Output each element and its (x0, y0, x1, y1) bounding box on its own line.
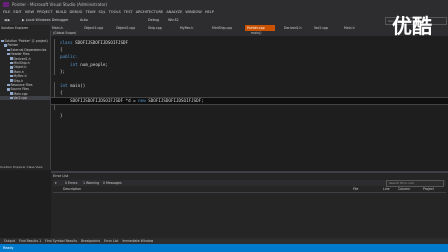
all-solution-select[interactable]: ▾ (55, 180, 57, 186)
column-column[interactable]: Column (398, 187, 410, 192)
tree-item-label: Object.h (13, 65, 27, 70)
tree-item-label: External Dependencies (10, 47, 47, 52)
code-line[interactable]: SDOFIJSDOFIJDSOIFJSDF *d = new SDOFIJSDO… (51, 96, 448, 105)
file-icon (1, 39, 4, 43)
solution-config-select[interactable]: Auto (80, 18, 88, 22)
status-bar: Ready (0, 244, 448, 252)
tree-item[interactable]: Var2.cpp (0, 96, 50, 101)
visual-studio-icon (3, 2, 9, 7)
tree-item-label: Pointer (7, 43, 19, 48)
navigation-bar: (Global Scope) main() (51, 31, 448, 36)
tree-item-label: Ship.h (13, 78, 24, 83)
start-debugger-button[interactable]: ▶ Local Windows Debugger (22, 18, 69, 22)
menu-item-team[interactable]: TEAM (85, 10, 95, 14)
column-description[interactable]: Description (63, 187, 81, 192)
back-icon[interactable]: ◀ ▶ (4, 18, 10, 22)
file-icon (10, 96, 13, 100)
file-icon (10, 57, 13, 60)
tree-item-label: Header Files (10, 52, 30, 57)
tree-item-label: Resource Files (10, 82, 33, 87)
code-line[interactable]: } (51, 112, 448, 119)
code-line[interactable]: { (51, 89, 448, 96)
file-icon (4, 44, 7, 47)
column-file[interactable]: File (353, 187, 358, 192)
tree-item-label: Derived1.h (13, 56, 31, 61)
code-line[interactable]: int num_people; (51, 61, 448, 68)
tree-item-label: Solution 'Pointer' (1 project) (4, 39, 48, 43)
file-icon (10, 70, 13, 73)
file-icon (7, 83, 10, 87)
menu-item-window[interactable]: WINDOW (185, 10, 201, 14)
file-icon (10, 61, 13, 65)
file-icon (7, 88, 10, 91)
menu-item-sql[interactable]: SQL (98, 10, 105, 14)
window-title: Pointer - Microsoft Visual Studio (Admin… (12, 2, 108, 7)
messages-filter-button[interactable]: 0 Messages (103, 180, 122, 186)
file-icon (10, 74, 13, 78)
solution-explorer-header: Solution Explorer (1, 26, 29, 30)
menu-item-project[interactable]: PROJECT (37, 10, 53, 14)
scope-dropdown[interactable]: (Global Scope) (53, 31, 76, 36)
tree-item-label: MyRec.h (13, 74, 27, 79)
sidebar-footer-tabs[interactable]: Solution Explorer Class View (0, 165, 50, 169)
status-text: Ready (3, 246, 14, 250)
tree-item-label: Var2.cpp (13, 96, 28, 101)
code-line[interactable]: { (51, 46, 448, 53)
column-line[interactable]: Line (383, 187, 390, 192)
errors-filter-button[interactable]: 0 Errors (65, 180, 77, 186)
file-icon (7, 48, 10, 52)
tree-item-label: Source Files (10, 87, 29, 92)
code-line[interactable] (51, 105, 448, 112)
code-editor[interactable]: (Global Scope) main() class SDOFIJSDOFIJ… (51, 31, 448, 170)
menu-item-test[interactable]: TEST (124, 10, 133, 14)
code-line[interactable]: }; (51, 68, 448, 75)
menu-item-tools[interactable]: TOOLS (109, 10, 121, 14)
platform-select[interactable]: Win32 (168, 18, 179, 22)
column-project[interactable]: Project (423, 187, 434, 192)
code-line[interactable]: class SDOFIJSDOFIJDSOIFJSDF (51, 39, 448, 46)
tree-item-label: Main.cpp (13, 91, 28, 96)
error-list-panel: Error List ▾ 0 Errors 1 Warning 0 Messag… (51, 171, 448, 240)
menu-item-debug[interactable]: DEBUG (70, 10, 83, 14)
warnings-filter-button[interactable]: 1 Warning (83, 180, 99, 186)
title-bar: Pointer - Microsoft Visual Studio (Admin… (0, 0, 448, 9)
member-dropdown[interactable]: main() (251, 31, 261, 36)
solution-explorer: Solution Explorer Solution 'Pointer' (1 … (0, 25, 51, 170)
code-line[interactable] (51, 75, 448, 82)
error-list-title: Error List (53, 174, 69, 178)
menu-item-analyze[interactable]: ANALYZE (166, 10, 182, 14)
tree-item-label: Main.h (13, 69, 24, 74)
code-line[interactable]: int main() (51, 82, 448, 89)
menu-item-help[interactable]: HELP (205, 10, 214, 14)
code-line[interactable]: public: (51, 53, 448, 60)
file-icon (10, 79, 13, 82)
menu-item-edit[interactable]: EDIT (13, 10, 21, 14)
code-lines: class SDOFIJSDOFIJDSOIFJSDF{public: int … (51, 39, 448, 119)
error-search-input[interactable]: Search Error List (386, 180, 444, 187)
menu-item-view[interactable]: VIEW (25, 10, 34, 14)
file-icon (10, 92, 13, 95)
tree-item-label: MiniShip.h (13, 60, 30, 65)
watermark-logo: 优酷 (392, 14, 432, 38)
menu-item-file[interactable]: FILE (3, 10, 10, 14)
menu-bar: FILE EDIT VIEW PROJECT BUILD DEBUG TEAM SQL TOOL… (0, 9, 448, 16)
menu-item-build[interactable]: BUILD (56, 10, 67, 14)
file-icon (7, 52, 10, 56)
debug-mode-select[interactable]: Debug (148, 18, 159, 22)
file-icon (10, 66, 13, 69)
error-columns: Description File Line Column Project (53, 187, 446, 193)
menu-item-architecture[interactable]: ARCHITECTURE (136, 10, 164, 14)
solution-tree: Solution 'Pointer' (1 project) Pointer Ext… (0, 39, 50, 101)
